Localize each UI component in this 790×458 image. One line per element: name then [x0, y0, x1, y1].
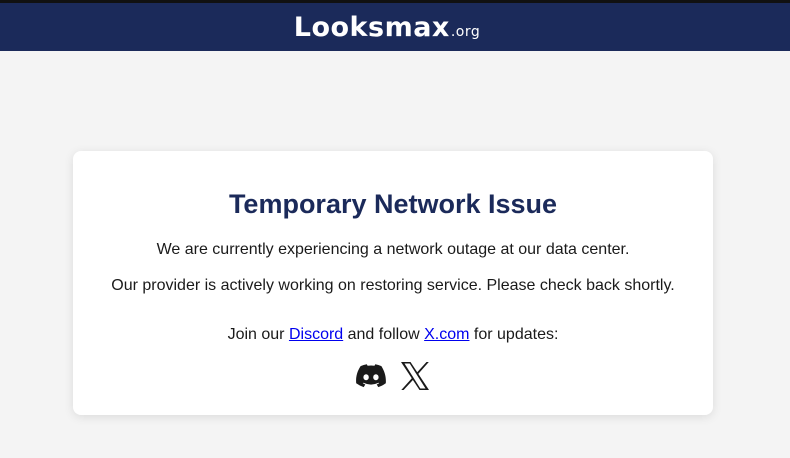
site-header: Looksmax .org [0, 3, 790, 51]
follow-line: Join our Discord and follow X.com for up… [73, 326, 713, 344]
provider-message: Our provider is actively working on rest… [111, 277, 675, 294]
discord-link[interactable]: Discord [289, 326, 343, 343]
discord-icon[interactable] [356, 361, 386, 391]
x-link[interactable]: X.com [424, 326, 469, 343]
logo-domain-suffix: .org [450, 23, 481, 40]
logo-text: Looksmax [293, 11, 450, 43]
outage-message: We are currently experiencing a network … [156, 241, 630, 258]
site-logo[interactable]: Looksmax .org [294, 14, 481, 41]
notice-card: Temporary Network Issue We are currently… [73, 151, 713, 415]
x-icon[interactable] [400, 361, 430, 391]
follow-middle: and follow [343, 326, 425, 343]
follow-suffix: for updates: [469, 326, 559, 343]
social-icons [73, 361, 713, 391]
notice-title: Temporary Network Issue [228, 189, 558, 219]
follow-prefix: Join our [227, 326, 289, 343]
